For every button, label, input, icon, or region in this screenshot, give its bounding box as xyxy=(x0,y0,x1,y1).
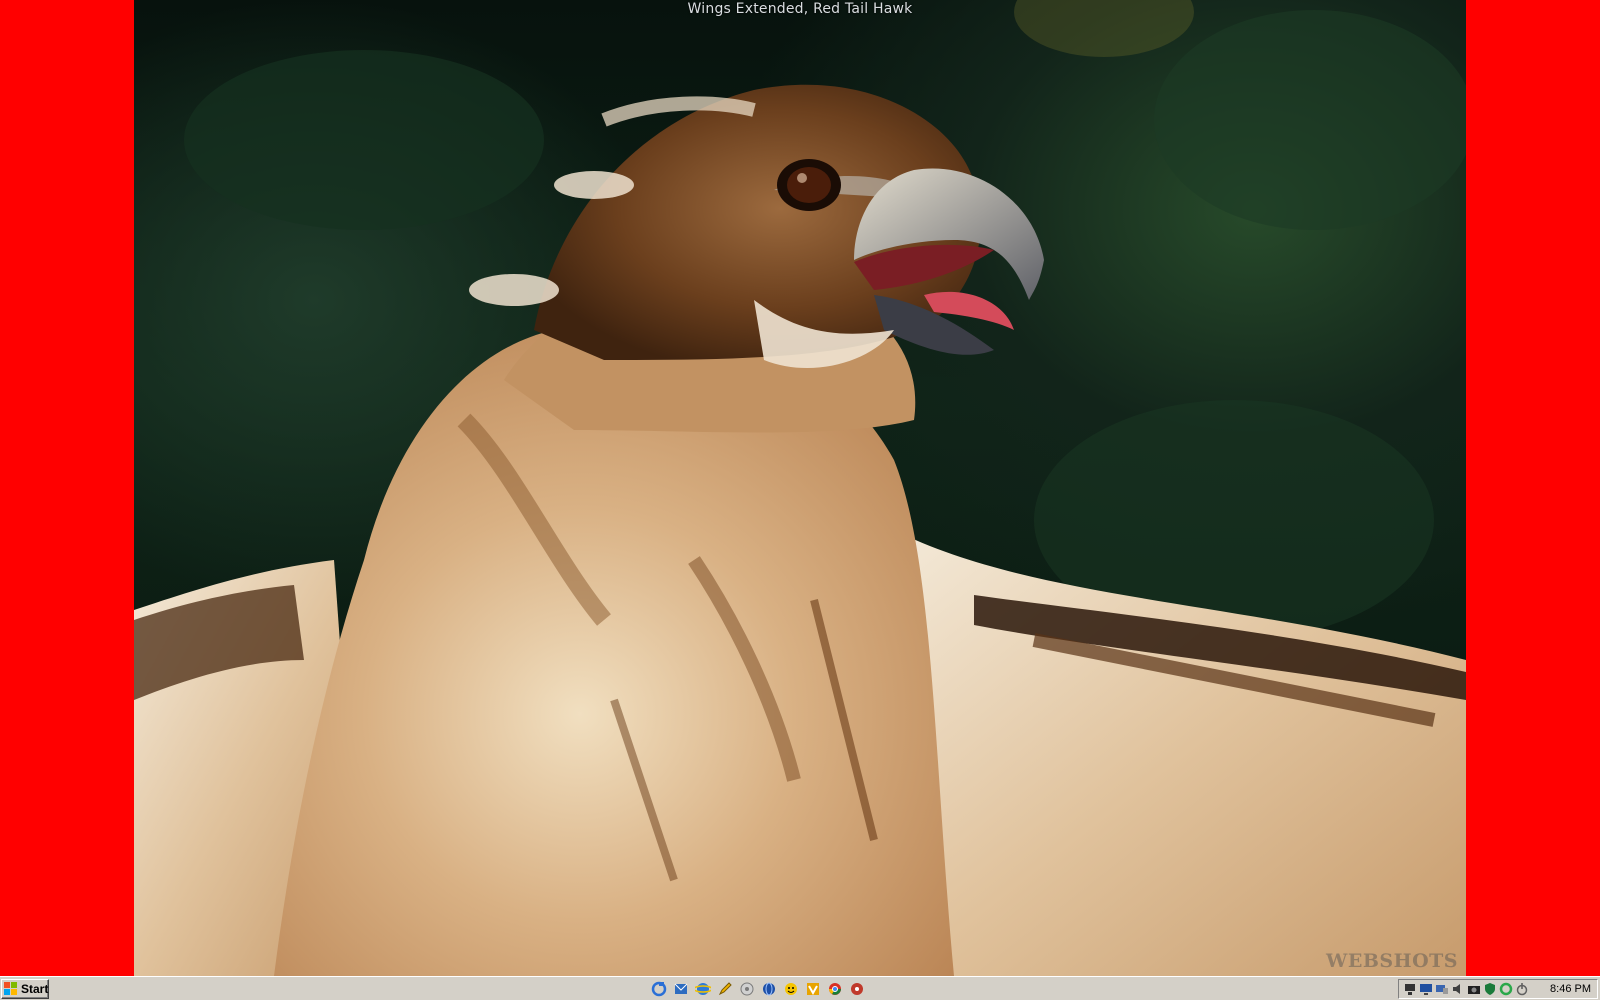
globe-icon[interactable] xyxy=(760,980,778,998)
winamp-icon[interactable] xyxy=(804,980,822,998)
record-icon[interactable] xyxy=(848,980,866,998)
system-tray: 8:46 PM xyxy=(1398,979,1598,999)
volume-icon[interactable] xyxy=(1451,982,1465,996)
messenger-smiley-icon[interactable] xyxy=(782,980,800,998)
taskbar-clock[interactable]: 8:46 PM xyxy=(1550,983,1591,995)
quick-launch-toolbar xyxy=(650,980,866,998)
windows-logo-icon xyxy=(4,982,18,996)
chrome-icon[interactable] xyxy=(826,980,844,998)
red-tail-hawk-illustration xyxy=(134,0,1466,976)
display-icon[interactable] xyxy=(1419,982,1433,996)
antivirus-icon[interactable] xyxy=(1483,982,1497,996)
power-icon[interactable] xyxy=(1515,982,1529,996)
start-button-label: Start xyxy=(21,982,49,996)
desktop: Wings Extended, Red Tail Hawk WEBSHOTS xyxy=(0,0,1600,976)
network-icon[interactable] xyxy=(1403,982,1417,996)
monitor-icon[interactable] xyxy=(1435,982,1449,996)
media-player-icon[interactable] xyxy=(738,980,756,998)
camera-icon[interactable] xyxy=(1467,982,1481,996)
start-button[interactable]: Start xyxy=(1,979,49,999)
outlook-icon[interactable] xyxy=(672,980,690,998)
webshots-watermark: WEBSHOTS xyxy=(1326,950,1458,972)
wallpaper-title: Wings Extended, Red Tail Hawk xyxy=(687,1,913,17)
wallpaper-image: Wings Extended, Red Tail Hawk WEBSHOTS xyxy=(134,0,1466,976)
sync-icon[interactable] xyxy=(1499,982,1513,996)
internet-explorer-icon[interactable] xyxy=(694,980,712,998)
taskbar: Start 8:46 PM xyxy=(0,976,1600,1000)
ie-refresh-icon[interactable] xyxy=(650,980,668,998)
pencil-icon[interactable] xyxy=(716,980,734,998)
